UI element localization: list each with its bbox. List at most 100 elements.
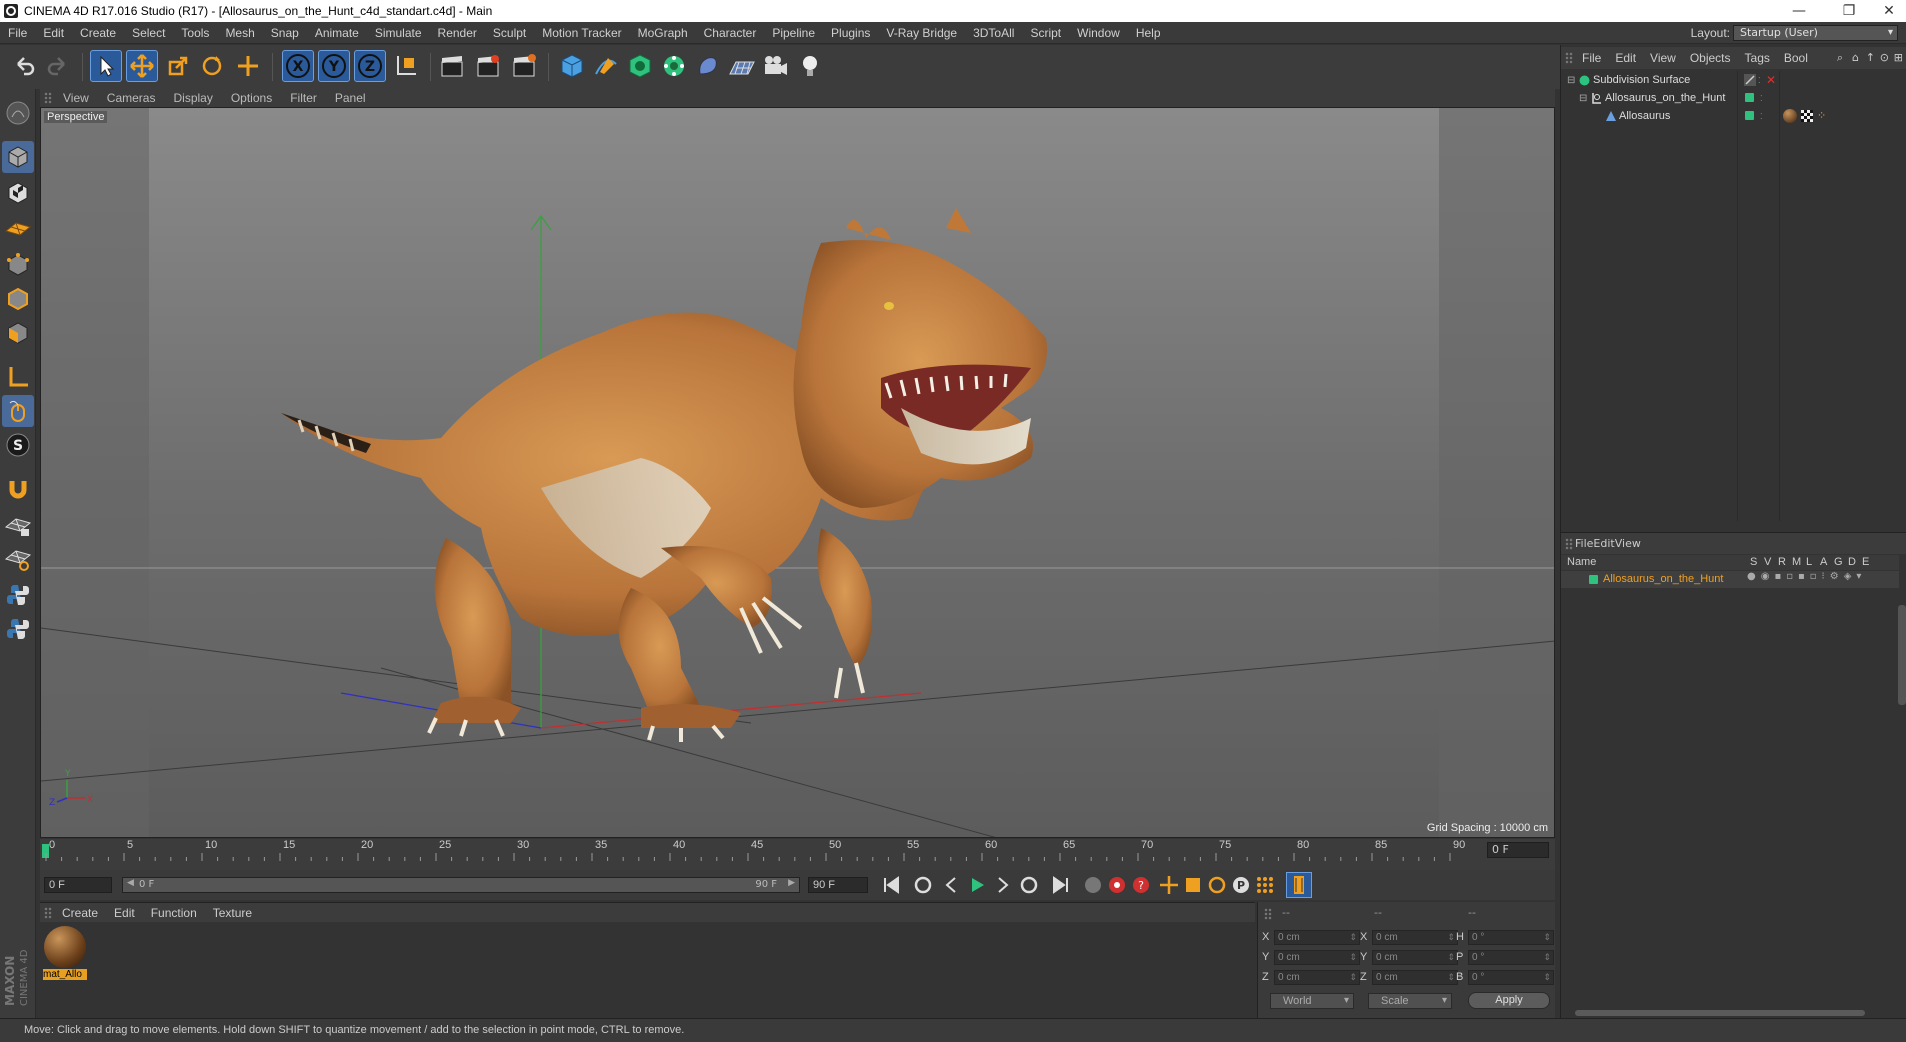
checker-tag-icon[interactable] [1801,110,1813,122]
z-axis-lock-button[interactable]: Z [354,50,386,82]
record-parameter-button[interactable]: P [1228,872,1254,898]
menu-simulate[interactable]: Simulate [367,26,430,40]
material-tag-icon[interactable] [1783,109,1797,123]
workplane-mode-button[interactable] [2,211,34,243]
y-axis-lock-button[interactable]: Y [318,50,350,82]
panel-grip-icon[interactable] [44,92,52,104]
menu-motion-tracker[interactable]: Motion Tracker [534,26,629,40]
menu-window[interactable]: Window [1069,26,1128,40]
menu-create[interactable]: Create [72,26,124,40]
disabled-x-icon[interactable]: ✕ [1766,73,1776,87]
object-menu-tags[interactable]: Tags [1738,51,1777,65]
coordinate-system-button[interactable] [390,50,422,82]
layout-select[interactable]: Startup (User) [1733,25,1898,41]
material-manager-area[interactable]: mat_Allo [40,922,1255,1018]
size-y-field[interactable]: 0 cm [1372,950,1458,965]
menu-character[interactable]: Character [696,26,765,40]
object-menu-view[interactable]: View [1643,51,1683,65]
model-mode-button[interactable] [2,141,34,173]
keyframe-selection-button[interactable]: ? [1128,872,1154,898]
object-menu-bool[interactable]: Bool [1777,51,1815,65]
timeline-window-button[interactable] [1286,872,1312,898]
move-tool[interactable] [126,50,158,82]
phong-tag-icon[interactable]: ⁘ [1817,109,1826,122]
record-scale-button[interactable] [1180,872,1206,898]
layer-menu-edit[interactable]: Edit [1593,537,1614,550]
magnet-button[interactable] [2,473,34,505]
menu-script[interactable]: Script [1022,26,1069,40]
pos-x-field[interactable]: 0 cm [1274,930,1360,945]
menu-snap[interactable]: Snap [263,26,307,40]
rotate-tool[interactable] [196,50,228,82]
material-menu-function[interactable]: Function [143,906,205,920]
max-time-field[interactable]: 90 F [808,877,868,893]
object-row-allosaurus-on-the-hunt[interactable]: ⊟ Allosaurus_on_the_Hunt ⁚ [1561,89,1899,107]
live-selection-tool[interactable] [90,50,122,82]
layer-color-swatch[interactable] [1589,575,1598,584]
close-button[interactable]: ✕ [1866,0,1906,22]
add-camera-button[interactable] [760,50,792,82]
undo-button[interactable] [8,50,40,82]
layer-vertical-scrollbar[interactable] [1898,605,1906,705]
python-script-button-2[interactable] [2,613,34,645]
collapse-toggle-icon[interactable]: ⊟ [1579,93,1587,104]
editor-render-toggle-icon[interactable] [1744,74,1756,86]
layer-row[interactable]: Allosaurus_on_the_Hunt ●◉▪▫▪▫⁝⚙◈▾ [1561,571,1899,588]
axis-mode-button[interactable] [2,361,34,393]
python-script-button-1[interactable] [2,579,34,611]
menu-tools[interactable]: Tools [173,26,217,40]
object-menu-file[interactable]: File [1575,51,1608,65]
material-menu-create[interactable]: Create [54,906,106,920]
transform-tool[interactable] [232,50,264,82]
render-settings-button[interactable] [508,50,540,82]
size-z-field[interactable]: 0 cm [1372,970,1458,985]
add-subdivision-button[interactable] [624,50,656,82]
render-view-button[interactable] [436,50,468,82]
visibility-dots-icon[interactable]: ⁚ [1758,76,1761,85]
material-thumbnail[interactable]: mat_Allo [43,925,87,981]
object-row-subdivision[interactable]: ⊟ Subdivision Surface ⁚ ✕ [1561,71,1899,89]
minimize-button[interactable]: — [1776,0,1822,22]
expand-panel-icon[interactable]: ⊞ [1894,51,1903,64]
layer-horizontal-scrollbar[interactable] [1575,1010,1865,1016]
polygons-mode-button[interactable] [2,317,34,349]
layer-menu-view[interactable]: View [1615,537,1641,550]
play-forward-button[interactable] [964,872,990,898]
viewport-menu-cameras[interactable]: Cameras [98,91,165,105]
panel-grip-icon[interactable] [44,906,52,919]
snapping-button[interactable]: S [2,429,34,461]
redo-button[interactable] [42,50,74,82]
menu-help[interactable]: Help [1128,26,1169,40]
menu-animate[interactable]: Animate [307,26,367,40]
material-menu-edit[interactable]: Edit [106,906,143,920]
goto-previous-keyframe-button[interactable] [910,872,936,898]
goto-next-keyframe-button[interactable] [1016,872,1042,898]
current-frame-field[interactable]: 0 F [1487,842,1549,858]
panel-grip-icon[interactable] [1565,537,1573,550]
rot-h-field[interactable]: 0 ° [1468,930,1554,945]
material-menu-texture[interactable]: Texture [205,906,260,920]
add-deformer-button[interactable] [692,50,724,82]
record-point-level-button[interactable] [1252,872,1278,898]
menu-mesh[interactable]: Mesh [217,26,262,40]
menu-select[interactable]: Select [124,26,173,40]
viewport-menu-view[interactable]: View [54,91,98,105]
record-rotation-button[interactable] [1204,872,1230,898]
search-icon[interactable]: ⌕ [1837,51,1843,65]
goto-end-button[interactable] [1048,872,1074,898]
edges-mode-button[interactable] [2,283,34,315]
viewport-menu-panel[interactable]: Panel [326,91,375,105]
lock-workplane-button[interactable] [2,509,34,541]
panel-grip-icon[interactable] [1264,908,1272,920]
viewport-camera-label[interactable]: Perspective [44,111,108,123]
home-icon[interactable]: ⌂ [1852,51,1859,64]
points-mode-button[interactable] [2,249,34,281]
pos-z-field[interactable]: 0 cm [1274,970,1360,985]
x-axis-lock-button[interactable]: X [282,50,314,82]
panel-grip-icon[interactable] [1565,52,1573,64]
add-cube-button[interactable] [556,50,588,82]
add-floor-button[interactable] [726,50,758,82]
menu-3dtoall[interactable]: 3DToAll [965,26,1022,40]
collapse-toggle-icon[interactable]: ⊟ [1567,75,1575,86]
layer-menu-file[interactable]: File [1575,537,1593,550]
